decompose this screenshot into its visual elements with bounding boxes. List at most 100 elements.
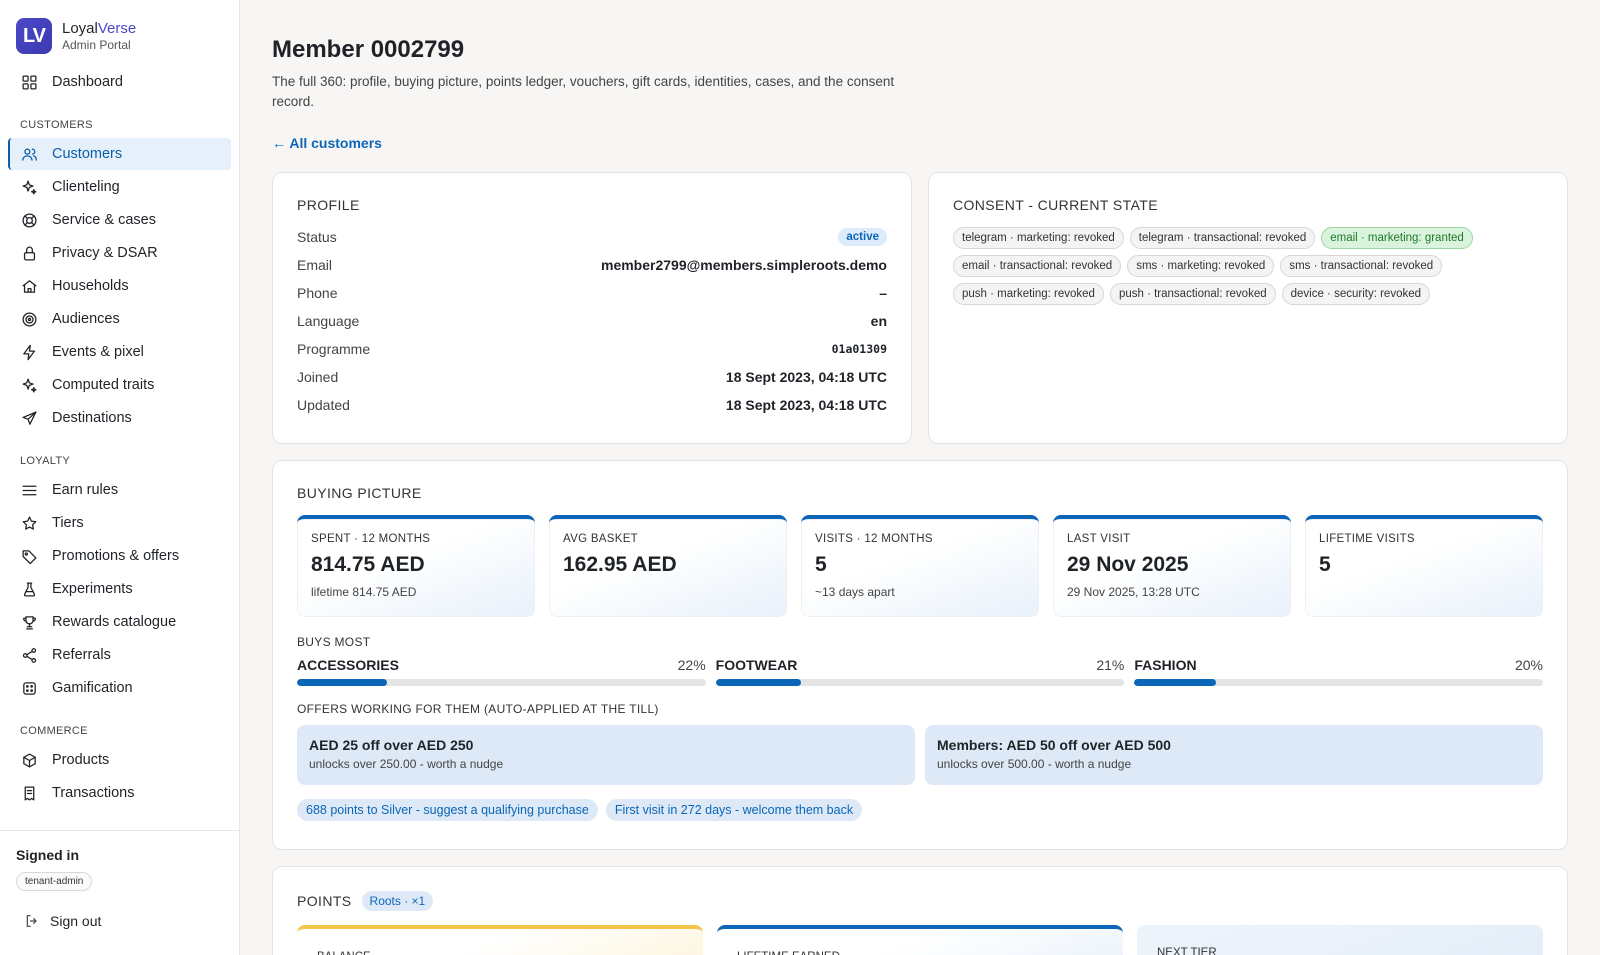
- category-share: ACCESSORIES 22%: [297, 657, 706, 686]
- stat-label: SPENT · 12 MONTHS: [311, 533, 431, 545]
- stat-label: LAST VISIT: [1067, 533, 1131, 545]
- sidebar-item-households[interactable]: Households: [8, 270, 231, 302]
- sidebar-item-computed-traits[interactable]: Computed traits: [8, 369, 231, 401]
- consent-chip: push · marketing: revoked: [953, 283, 1104, 305]
- sign-out-icon: [26, 915, 37, 927]
- sidebar-footer: Signed in tenant-admin Sign out: [0, 830, 239, 955]
- sidebar-item-products[interactable]: Products: [8, 744, 231, 776]
- category-name: FASHION: [1134, 657, 1197, 673]
- category-head: FOOTWEAR 21%: [716, 657, 1125, 673]
- profile-value: –: [879, 285, 887, 301]
- sign-out-button[interactable]: Sign out: [16, 913, 223, 929]
- stat-sub: ~13 days apart: [815, 585, 895, 599]
- brand-logo: LV: [16, 18, 52, 54]
- profile-value: 18 Sept 2023, 04:18 UTC: [725, 397, 887, 413]
- profile-value: 01a01309: [831, 342, 887, 356]
- sidebar-item-label: Experiments: [52, 581, 133, 597]
- box-icon: [20, 751, 38, 769]
- sparkle-icon: [20, 376, 38, 394]
- buying-title: BUYING PICTURE: [297, 485, 422, 501]
- brand[interactable]: LV LoyalVerse Admin Portal: [0, 0, 239, 64]
- consent-chip: telegram · transactional: revoked: [1129, 227, 1316, 249]
- target-icon: [20, 310, 38, 328]
- sidebar-item-tiers[interactable]: Tiers: [8, 507, 231, 539]
- offer-card[interactable]: AED 25 off over AED 250 unlocks over 250.…: [297, 725, 915, 785]
- category-bar-fill: [1134, 679, 1217, 686]
- offer-card[interactable]: Members: AED 50 off over AED 500 unlocks …: [925, 725, 1543, 785]
- sidebar-item-audiences[interactable]: Audiences: [8, 303, 231, 335]
- sidebar-item-label: Customers: [52, 146, 123, 162]
- consent-chip: sms · transactional: revoked: [1280, 255, 1443, 277]
- sidebar-item-label: Events & pixel: [52, 344, 144, 360]
- stat-sub: lifetime 814.75 AED: [311, 585, 417, 599]
- tag-icon: [20, 547, 38, 565]
- sliders-icon: [20, 481, 38, 499]
- category-bar: [715, 679, 1125, 686]
- sidebar-item-label: Tiers: [52, 515, 84, 531]
- category-bar-fill: [715, 679, 802, 686]
- sidebar-item-experiments[interactable]: Experiments: [8, 573, 231, 605]
- back-to-customers-link[interactable]: ← All customers: [272, 135, 382, 151]
- sidebar-item-label: Service & cases: [52, 212, 156, 228]
- consent-title: CONSENT - CURRENT STATE: [953, 197, 1158, 213]
- category-bar: [297, 679, 706, 686]
- sidebar-item-label: Computed traits: [52, 377, 155, 393]
- sidebar-item-destinations[interactable]: Destinations: [8, 402, 231, 434]
- stat-value: 5: [1319, 553, 1331, 576]
- sidebar-item-dashboard[interactable]: Dashboard: [8, 66, 231, 98]
- profile-row-programme: Programme 01a01309: [297, 335, 887, 363]
- category-bar-fill: [297, 679, 387, 686]
- home-icon: [20, 277, 38, 295]
- consent-chip: device · security: revoked: [1281, 283, 1431, 305]
- sidebar-item-service-cases[interactable]: Service & cases: [8, 204, 231, 236]
- page-description: The full 360: profile, buying picture, p…: [272, 74, 895, 110]
- suggestion-chip[interactable]: 688 points to Silver - suggest a qualify…: [297, 799, 598, 821]
- stat-card: VISITS · 12 MONTHS 5 ~13 days apart: [801, 515, 1039, 617]
- stat-value: 5: [815, 553, 827, 576]
- profile-label: Status: [297, 229, 337, 245]
- profile-row-phone: Phone –: [297, 279, 887, 307]
- sidebar-item-customers[interactable]: Customers: [8, 138, 231, 170]
- profile-label: Language: [297, 313, 360, 329]
- sidebar-item-gamification[interactable]: Gamification: [8, 672, 231, 704]
- sparkle-icon: [20, 178, 38, 196]
- dice-icon: [20, 679, 38, 697]
- profile-value: en: [870, 313, 887, 329]
- sidebar-item-promotions-offers[interactable]: Promotions & offers: [8, 540, 231, 572]
- sidebar-item-label: Earn rules: [52, 482, 119, 498]
- receipt-icon: [20, 784, 38, 802]
- star-icon: [20, 514, 38, 532]
- sidebar-item-label: Transactions: [52, 785, 135, 801]
- profile-row-language: Language en: [297, 307, 887, 335]
- category-name: ACCESSORIES: [297, 657, 399, 673]
- sidebar-item-privacy-dsar[interactable]: Privacy & DSAR: [8, 237, 231, 269]
- sidebar-item-rewards-catalogue[interactable]: Rewards catalogue: [8, 606, 231, 638]
- offers-label: OFFERS WORKING FOR THEM (AUTO-APPLIED AT…: [297, 702, 659, 716]
- suggestion-chip[interactable]: First visit in 272 days - welcome them b…: [605, 799, 863, 821]
- sign-out-label: Sign out: [50, 913, 102, 929]
- stat-sub: 29 Nov 2025, 13:28 UTC: [1067, 585, 1200, 599]
- sidebar-item-events-pixel[interactable]: Events & pixel: [8, 336, 231, 368]
- brand-subtitle: Admin Portal: [62, 37, 131, 52]
- profile-label: Email: [297, 257, 333, 273]
- sidebar-item-clienteling[interactable]: Clienteling: [8, 171, 231, 203]
- category-share: FASHION 20%: [1134, 657, 1544, 686]
- stat-value: 162.95 AED: [563, 553, 677, 576]
- sidebar-item-label: Referrals: [52, 647, 111, 663]
- points-title: POINTS: [297, 893, 352, 909]
- lifebuoy-icon: [20, 211, 38, 229]
- trophy-icon: [20, 613, 38, 631]
- users-icon: [20, 145, 38, 163]
- sidebar-item-referrals[interactable]: Referrals: [8, 639, 231, 671]
- sidebar-item-label: Privacy & DSAR: [52, 245, 158, 261]
- sidebar-item-earn-rules[interactable]: Earn rules: [8, 474, 231, 506]
- offer-title: Members: AED 50 off over AED 500: [937, 737, 1171, 753]
- nav-section-customers: CUSTOMERS: [20, 119, 93, 131]
- status-badge: active: [838, 228, 887, 246]
- main-content: Member 0002799 The full 360: profile, bu…: [272, 0, 1572, 955]
- buying-stats: SPENT · 12 MONTHS 814.75 AED lifetime 814.…: [297, 515, 1543, 617]
- sidebar-item-transactions[interactable]: Transactions: [8, 777, 231, 809]
- category-name: FOOTWEAR: [715, 657, 798, 673]
- stat-card: SPENT · 12 MONTHS 814.75 AED lifetime 814.…: [297, 515, 535, 617]
- sidebar-item-label: Households: [52, 278, 129, 294]
